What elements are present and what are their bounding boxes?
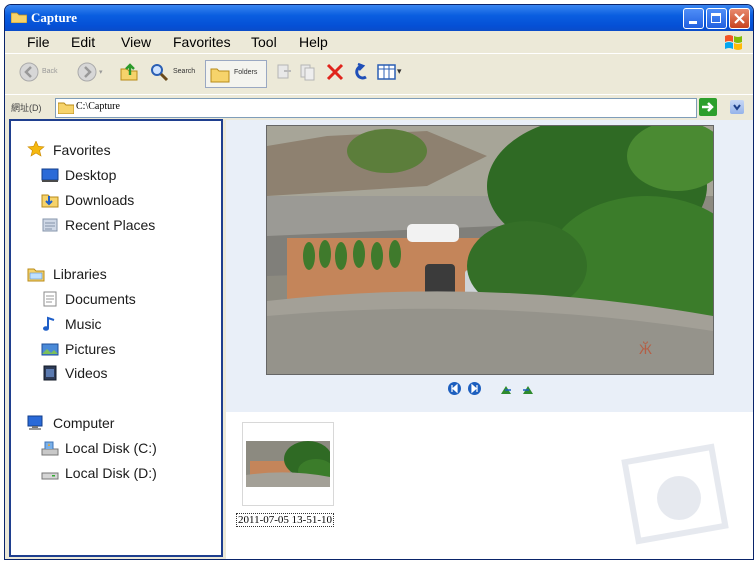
copy-to-icon [300, 64, 315, 81]
close-icon [734, 13, 745, 24]
previous-icon [451, 383, 458, 394]
menu-view[interactable]: View [121, 34, 151, 50]
next-icon [471, 383, 478, 394]
next-image-button[interactable] [468, 382, 481, 395]
recent-places-icon [42, 218, 58, 232]
folders-icon [210, 68, 230, 83]
content-pane: Ӂ 2011-07-05 13-51-10 [226, 120, 753, 559]
folder-icon [11, 12, 27, 23]
rotate-counterclockwise-icon[interactable] [520, 383, 534, 395]
folders-label: Folders [234, 69, 258, 76]
back-arrow-icon [19, 62, 39, 82]
explorer-window: Capture File Edit View Favorites Tool He… [4, 4, 754, 560]
delete-x-icon [326, 63, 344, 81]
up-folder-button[interactable] [119, 62, 139, 84]
local-disk-d-icon [41, 472, 59, 480]
favorites-header[interactable]: Favorites [53, 142, 111, 158]
sidebar-item-videos[interactable]: Videos [65, 365, 108, 381]
menu-favorites[interactable]: Favorites [173, 34, 231, 50]
music-icon [43, 316, 55, 331]
library-folder-icon [27, 268, 45, 282]
delete-button[interactable] [325, 62, 345, 84]
sidebar-item-documents[interactable]: Documents [65, 291, 136, 307]
chevron-down-icon [733, 104, 741, 111]
undo-icon [355, 62, 367, 80]
search-button[interactable]: Search [149, 62, 203, 84]
window-title: Capture [31, 10, 77, 25]
rotate-clockwise-icon[interactable] [500, 383, 514, 395]
move-to-icon [277, 64, 291, 79]
documents-icon [43, 291, 57, 307]
thumbnail-photo [246, 441, 330, 487]
go-button[interactable] [699, 98, 717, 116]
address-value: C:\Capture [76, 101, 120, 112]
menu-edit[interactable]: Edit [71, 34, 95, 50]
views-dropdown-icon: ▾ [397, 66, 402, 76]
copy-to-button[interactable] [299, 62, 317, 84]
minimize-button[interactable] [683, 8, 704, 29]
address-input[interactable]: C:\Capture [55, 98, 744, 118]
views-button[interactable]: ▾ [377, 62, 405, 84]
up-folder-icon [120, 63, 138, 81]
downloads-icon [41, 194, 59, 208]
forward-dropdown-icon: ▾ [99, 69, 103, 76]
libraries-header[interactable]: Libraries [53, 266, 107, 282]
desktop-icon [41, 168, 59, 182]
menu-file[interactable]: File [27, 34, 50, 50]
forward-button[interactable]: ▾ [77, 62, 111, 84]
svg-text:Ӂ: Ӂ [639, 340, 652, 357]
title-bar[interactable]: Capture [5, 5, 753, 31]
folders-button[interactable]: Folders [205, 60, 267, 88]
menu-bar: File Edit View Favorites Tool Help [5, 31, 753, 53]
sidebar-item-local-disk-c[interactable]: Local Disk (C:) [65, 440, 157, 456]
move-to-button[interactable] [275, 62, 293, 84]
star-icon [27, 141, 45, 157]
sidebar-item-recent-places[interactable]: Recent Places [65, 217, 155, 233]
sidebar-item-pictures[interactable]: Pictures [65, 341, 116, 357]
address-dropdown-button[interactable] [730, 100, 744, 114]
menu-tool[interactable]: Tool [251, 34, 277, 50]
file-name-label[interactable]: 2011-07-05 13-51-10 [236, 513, 334, 527]
address-bar: 網址(D) C:\Capture [5, 94, 753, 121]
close-button[interactable] [729, 8, 750, 29]
back-label: Back [42, 68, 58, 75]
videos-icon [43, 365, 57, 381]
folder-icon [58, 102, 74, 114]
local-disk-c-icon [41, 441, 59, 456]
computer-icon [27, 415, 43, 430]
back-button[interactable]: Back [19, 62, 71, 84]
computer-header[interactable]: Computer [53, 415, 114, 431]
file-thumbnail[interactable] [242, 422, 334, 506]
pictures-icon [41, 343, 59, 356]
menu-help[interactable]: Help [299, 34, 328, 50]
photo-watermark-icon [621, 443, 729, 545]
maximize-button[interactable] [706, 8, 727, 29]
views-icon [377, 64, 396, 80]
sidebar-item-local-disk-d[interactable]: Local Disk (D:) [65, 465, 157, 481]
sidebar-item-downloads[interactable]: Downloads [65, 192, 134, 208]
address-label: 網址(D) [11, 103, 42, 113]
navigation-pane: Favorites Desktop Downloads Recent Place… [9, 119, 223, 557]
search-label: Search [173, 68, 196, 75]
go-arrow-icon [702, 102, 714, 112]
previous-image-button[interactable] [448, 382, 461, 395]
sidebar-item-music[interactable]: Music [65, 316, 102, 332]
sidebar-item-desktop[interactable]: Desktop [65, 167, 116, 183]
image-preview[interactable]: Ӂ [266, 125, 714, 375]
forward-arrow-icon [77, 62, 97, 82]
toolbar: Back ▾ Search Folders ▾ [5, 53, 753, 94]
preview-photo: Ӂ [267, 126, 713, 374]
thumbnail-image [246, 441, 330, 487]
preview-area: Ӂ [226, 120, 753, 412]
search-icon [151, 64, 169, 82]
windows-logo-icon [725, 35, 742, 50]
undo-button[interactable] [351, 62, 371, 84]
